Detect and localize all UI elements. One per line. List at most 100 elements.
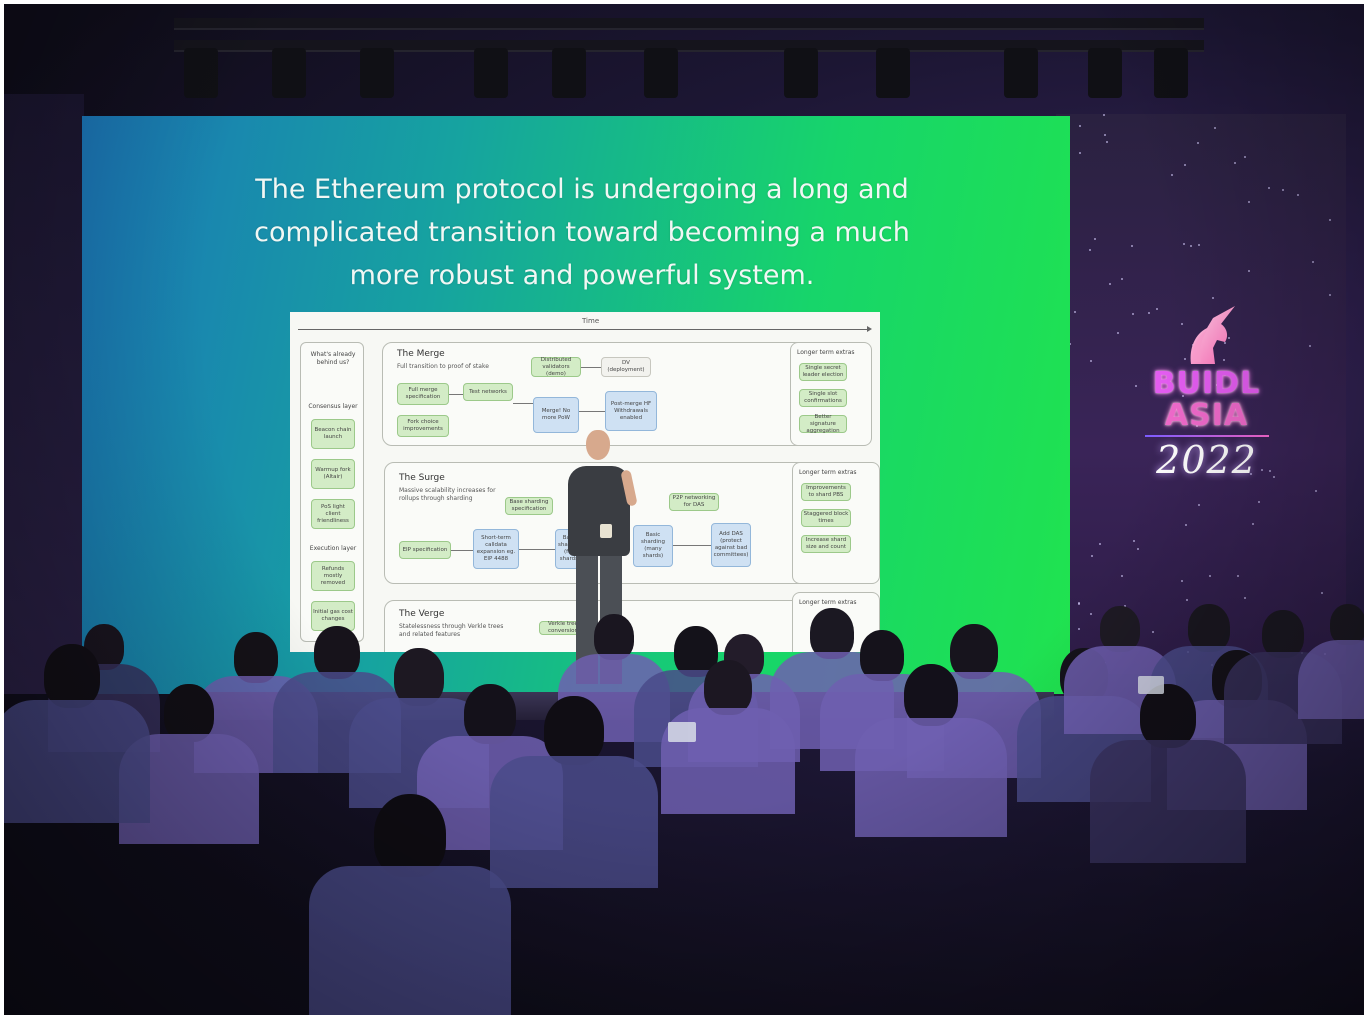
light-fixture <box>876 48 910 98</box>
audience-head <box>904 664 958 727</box>
star <box>1090 360 1092 362</box>
brand-line-1: BUIDL <box>1152 366 1261 401</box>
audience-head <box>394 648 444 706</box>
laptop-screen <box>668 722 696 742</box>
merge-node-merge: Merge! No more PoW <box>533 397 579 433</box>
speaker-head <box>586 430 610 460</box>
surge-extras-title: Longer term extras <box>799 469 857 476</box>
surge-link <box>519 549 555 550</box>
star <box>1329 294 1331 296</box>
behind-us-panel: What's already behind us? Consensus laye… <box>300 342 364 642</box>
star <box>1244 156 1246 158</box>
surge-link <box>673 545 711 546</box>
audience-head <box>374 794 446 877</box>
star <box>1258 501 1260 503</box>
audience-head <box>314 626 360 679</box>
surge-node-base-spec: Base sharding specification <box>505 497 553 515</box>
star <box>1234 162 1236 164</box>
audience-head <box>464 684 516 744</box>
surge-node-add-das: Add DAS (protect against bad committees) <box>711 523 751 567</box>
headline-line-1: The Ethereum protocol is undergoing a lo… <box>255 174 909 205</box>
star <box>1282 189 1284 191</box>
star <box>1197 142 1199 144</box>
audience-head <box>704 660 752 716</box>
audience-shoulders <box>490 756 658 888</box>
merge-node-test-networks: Test networks <box>463 383 513 401</box>
laptop-screen <box>1138 676 1164 694</box>
star <box>1212 297 1214 299</box>
star <box>1135 385 1137 387</box>
star <box>1190 245 1192 247</box>
audience-shoulders <box>309 866 511 1015</box>
surge-extra-1: Staggered block times <box>801 509 851 527</box>
star <box>1109 283 1111 285</box>
merge-link <box>449 394 463 395</box>
star <box>1183 243 1185 245</box>
star <box>1315 490 1317 492</box>
consensus-layer-label: Consensus layer <box>308 403 358 410</box>
conference-hall: The Ethereum protocol is undergoing a lo… <box>4 4 1364 1015</box>
star <box>1198 504 1200 506</box>
light-fixture <box>784 48 818 98</box>
light-fixture <box>1088 48 1122 98</box>
merge-extras-panel: Longer term extras Single secret leader … <box>790 342 872 446</box>
star <box>1089 249 1091 251</box>
surge-node-short-term: Short-term calldata expansion eg. EIP 44… <box>473 529 519 569</box>
headline-line-3: more robust and powerful system. <box>349 260 815 291</box>
lighting-truss-bottom <box>174 40 1204 52</box>
star <box>1268 187 1270 189</box>
star <box>1209 575 1211 577</box>
star <box>1074 311 1076 313</box>
merge-node-fork-choice: Fork choice improvements <box>397 415 449 437</box>
star <box>1185 524 1187 526</box>
star <box>1248 270 1250 272</box>
merge-extra-0: Single secret leader election <box>799 363 847 381</box>
star <box>1181 580 1183 582</box>
light-fixture <box>644 48 678 98</box>
star <box>1309 345 1311 347</box>
star <box>1094 238 1096 240</box>
merge-link <box>513 403 533 404</box>
speaker-badge <box>600 524 612 538</box>
audience-head <box>950 624 998 680</box>
merge-extra-1: Single slot confirmations <box>799 389 847 407</box>
audience-shoulders <box>1089 740 1247 864</box>
star <box>1214 127 1216 129</box>
surge-extra-2: Increase shard size and count <box>801 535 851 553</box>
merge-extras-title: Longer term extras <box>797 349 855 356</box>
surge-node-eip-spec: EIP specification <box>399 541 451 559</box>
brand-divider <box>1145 435 1269 437</box>
slide-headline: The Ethereum protocol is undergoing a lo… <box>202 168 962 297</box>
audience-head <box>860 630 904 681</box>
behind-execution-item-0: Refunds mostly removed <box>311 561 355 591</box>
audience-shoulders <box>4 700 151 824</box>
star <box>1312 261 1314 263</box>
star <box>1103 114 1105 116</box>
star <box>1252 523 1254 525</box>
star <box>1237 575 1239 577</box>
star <box>1121 278 1123 280</box>
speaker-torso <box>568 466 630 556</box>
event-logo: BUIDL ASIA 2022 <box>1139 304 1274 484</box>
merge-title: The Merge <box>397 349 445 359</box>
merge-node-post-merge: Post-merge HF Withdrawals enabled <box>605 391 657 431</box>
light-fixture <box>1004 48 1038 98</box>
execution-layer-label: Execution layer <box>309 545 357 552</box>
brand-line-2: ASIA <box>1164 398 1249 433</box>
behind-consensus-item-2: PoS light client friendliness <box>311 499 355 529</box>
light-fixture <box>474 48 508 98</box>
star <box>1184 164 1186 166</box>
merge-link <box>579 411 605 412</box>
behind-consensus-item-0: Beacon chain launch <box>311 419 355 449</box>
surge-node-p2p: P2P networking for DAS <box>669 493 719 511</box>
brand-year: 2022 <box>1156 438 1257 482</box>
surge-title: The Surge <box>399 473 445 483</box>
star <box>1171 174 1173 176</box>
light-fixture <box>552 48 586 98</box>
star <box>1133 540 1135 542</box>
surge-extra-0: Improvements to shard PBS <box>801 483 851 501</box>
behind-consensus-item-1: Warmup fork (Altair) <box>311 459 355 489</box>
star <box>1321 592 1323 594</box>
merge-node-full-merge-spec: Full merge specification <box>397 383 449 405</box>
behind-us-title: What's already behind us? <box>310 351 356 366</box>
